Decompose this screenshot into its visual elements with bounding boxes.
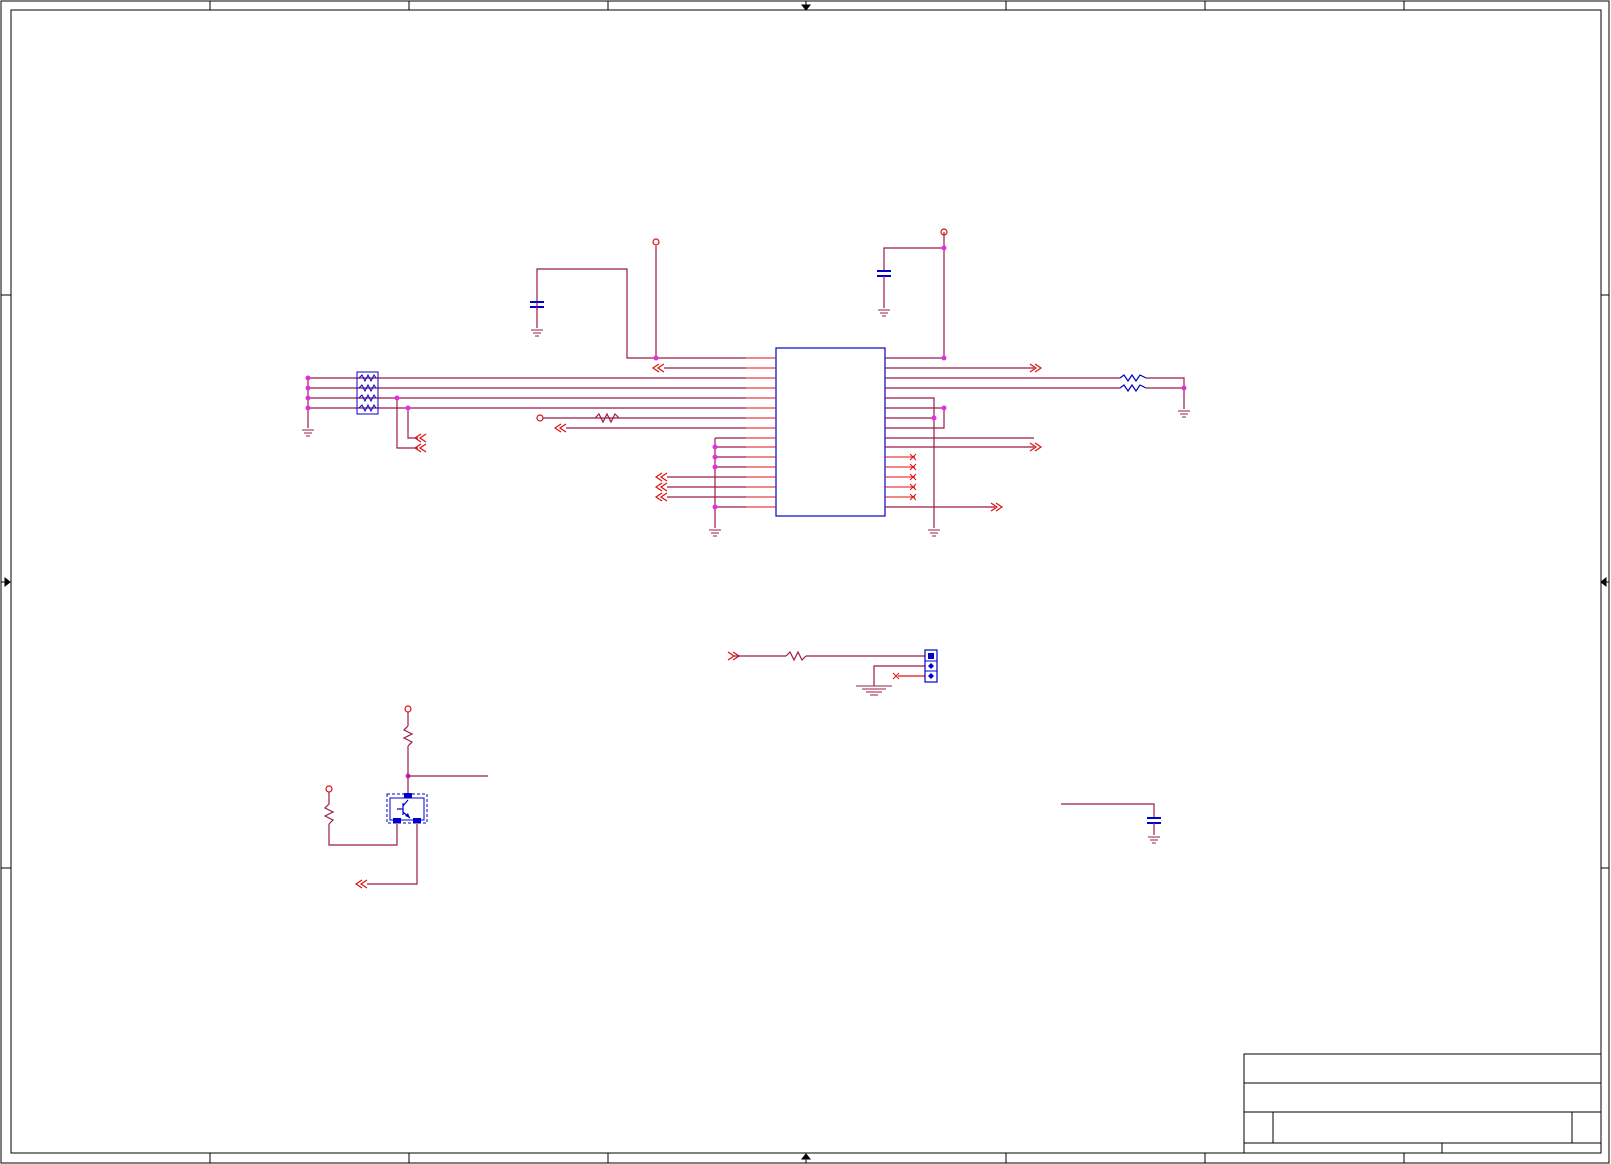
capacitor-right bbox=[877, 270, 891, 308]
power-pins bbox=[325, 228, 948, 793]
schematic-sheet bbox=[0, 0, 1610, 1164]
ground-symbols-upper bbox=[302, 309, 1190, 537]
resistor-pair-right bbox=[1119, 373, 1147, 393]
capacitor-lower-right bbox=[1061, 803, 1161, 844]
center-arrows bbox=[1, 1, 1609, 1163]
offpage-connectors bbox=[354, 363, 1043, 889]
ic-main-left-pins bbox=[746, 357, 776, 508]
capacitor-left bbox=[530, 301, 544, 328]
ground-connector bbox=[856, 685, 892, 696]
junction-dots bbox=[305, 245, 1187, 779]
resistor-pullup bbox=[402, 725, 414, 747]
transistor bbox=[386, 793, 428, 824]
wires-upper-circuit bbox=[307, 232, 1185, 528]
resistor-r-connector bbox=[785, 650, 807, 662]
title-block bbox=[1243, 1053, 1602, 1154]
ic-main-body bbox=[775, 347, 886, 517]
resistor-base bbox=[323, 803, 335, 825]
header-connector bbox=[924, 649, 938, 683]
wires-connector-circuit bbox=[734, 655, 925, 686]
sheet-border bbox=[0, 0, 1610, 1164]
